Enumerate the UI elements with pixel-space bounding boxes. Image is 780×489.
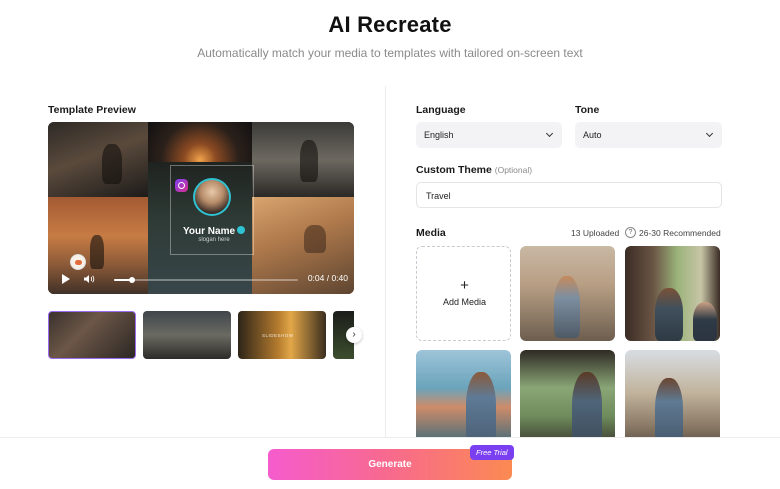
plus-icon: + <box>460 277 469 294</box>
time-display: 0:04 / 0:40 <box>307 273 348 283</box>
help-icon[interactable]: ? <box>625 227 636 238</box>
template-thumbnail[interactable] <box>48 311 136 359</box>
template-thumbnail[interactable]: SLIDESHOW <box>238 311 326 359</box>
progress-bar[interactable] <box>114 277 298 283</box>
chevron-down-icon <box>545 129 554 138</box>
uploaded-count: 13 Uploaded <box>571 228 620 238</box>
play-icon[interactable] <box>62 274 70 284</box>
tone-select[interactable]: Auto <box>575 122 722 148</box>
next-templates-button[interactable]: › <box>346 327 362 343</box>
language-value: English <box>424 130 454 140</box>
chevron-down-icon <box>705 129 714 138</box>
thumbnail-caption: SLIDESHOW <box>262 333 294 338</box>
verified-badge-icon <box>237 226 246 234</box>
template-thumbnails: SLIDESHOW <box>48 311 354 359</box>
overlay-name: Your Name <box>176 226 252 237</box>
media-label: Media <box>416 227 446 239</box>
overlay-slogan: slogan here <box>198 237 230 243</box>
recommended-count: 26-30 Recommended <box>639 228 721 238</box>
page-title: AI Recreate <box>328 12 452 37</box>
media-thumbnail[interactable] <box>520 350 615 445</box>
avatar <box>193 178 231 216</box>
column-divider <box>385 86 386 438</box>
tone-label: Tone <box>575 104 600 116</box>
media-thumbnail[interactable] <box>625 246 720 341</box>
language-select[interactable]: English <box>416 122 562 148</box>
media-thumbnail[interactable] <box>520 246 615 341</box>
video-controls: 0:04 / 0:40 <box>48 266 354 294</box>
preview-tile <box>252 122 354 197</box>
template-thumbnail[interactable] <box>143 311 231 359</box>
template-video-preview[interactable]: Your Name slogan here 0:04 / 0:40 <box>48 122 354 294</box>
template-preview-label: Template Preview <box>48 104 136 116</box>
chevron-right-icon: › <box>352 329 356 340</box>
add-media-button[interactable]: + Add Media <box>416 246 511 341</box>
add-media-label: Add Media <box>442 297 487 307</box>
preview-tile <box>48 122 148 197</box>
media-thumbnail[interactable] <box>625 350 720 445</box>
progress-handle[interactable] <box>129 277 136 283</box>
language-label: Language <box>416 104 466 116</box>
instagram-icon <box>175 179 188 192</box>
free-trial-badge: Free Trial <box>470 445 514 460</box>
preview-tile <box>148 122 252 162</box>
custom-theme-input[interactable]: Travel <box>416 182 722 208</box>
volume-icon[interactable] <box>83 273 95 285</box>
ai-recreate-page: AI Recreate Automatically match your med… <box>0 0 780 489</box>
tone-value: Auto <box>583 130 602 140</box>
media-thumbnail[interactable] <box>416 350 511 445</box>
custom-theme-label: Custom Theme (Optional) <box>416 164 533 176</box>
page-subtitle: Automatically match your media to templa… <box>197 46 583 60</box>
optional-hint: (Optional) <box>494 165 533 175</box>
